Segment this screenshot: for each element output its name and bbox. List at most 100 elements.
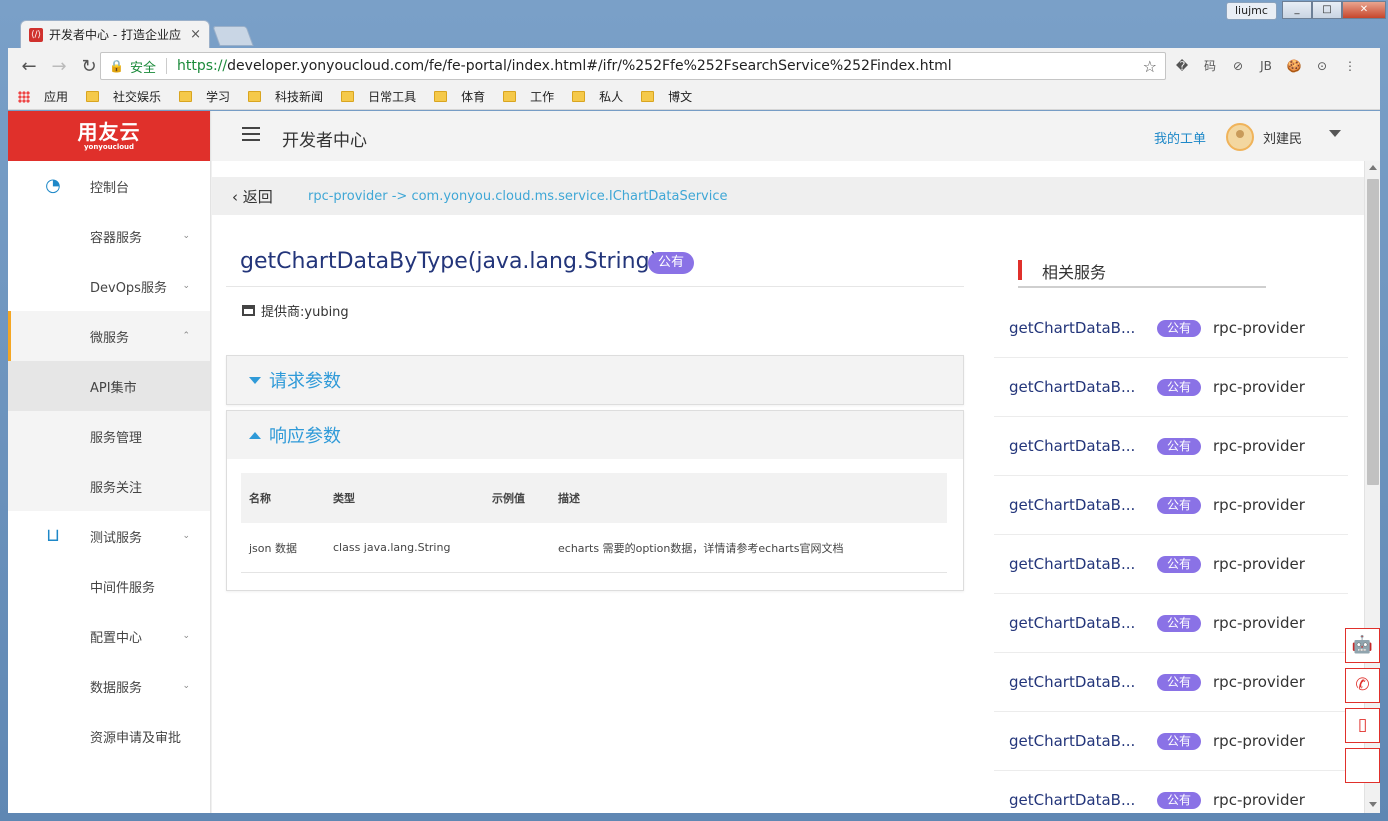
related-service-name[interactable]: getChartDataB... [1009, 378, 1157, 396]
related-service-item[interactable]: getChartDataB... 公有 rpc-provider [994, 653, 1348, 712]
sidebar-item[interactable]: 服务关注 [8, 461, 210, 511]
scroll-down-arrow-icon[interactable] [1369, 802, 1377, 807]
related-service-item[interactable]: getChartDataB... 公有 rpc-provider [994, 535, 1348, 594]
robot-icon[interactable]: 🤖 [1345, 628, 1380, 663]
hamburger-menu-icon[interactable] [242, 127, 260, 141]
chevron-down-icon: ⌄ [182, 631, 190, 641]
bookmark-folder[interactable]: 体育 [434, 88, 485, 105]
sidebar-item-label: DevOps服务 [90, 280, 167, 296]
related-service-name[interactable]: getChartDataB... [1009, 437, 1157, 455]
mobile-icon[interactable]: ▯ [1345, 708, 1380, 743]
request-params-panel: 请求参数 [226, 355, 964, 405]
sidebar-item[interactable]: 数据服务 ⌄ [8, 661, 210, 711]
browser-tab[interactable]: ⟨/⟩ 开发者中心 - 打造企业应 × [20, 20, 210, 48]
bookmark-folder[interactable]: 工作 [503, 88, 554, 105]
sidebar-item-label: 微服务 [90, 330, 130, 346]
response-params-table: 名称 类型 示例值 描述 json 数据 class java.lang.Str… [241, 473, 947, 573]
sidebar-item[interactable]: 微服务 ⌃ [8, 311, 210, 361]
avatar[interactable] [1226, 123, 1254, 151]
blank-float-button[interactable] [1345, 748, 1380, 783]
related-service-name[interactable]: getChartDataB... [1009, 791, 1157, 809]
sidebar-item[interactable]: 容器服务 ⌄ [8, 211, 210, 261]
extension-icon[interactable]: ⋮ [1340, 56, 1360, 76]
related-service-item[interactable]: getChartDataB... 公有 rpc-provider [994, 594, 1348, 653]
apps-grid-icon [18, 90, 30, 103]
related-service-item[interactable]: getChartDataB... 公有 rpc-provider [994, 299, 1348, 358]
related-service-item[interactable]: getChartDataB... 公有 rpc-provider [994, 712, 1348, 771]
bag-icon: ⊔ [45, 525, 61, 546]
breadcrumb-path[interactable]: rpc-provider -> com.yonyou.cloud.ms.serv… [308, 189, 728, 204]
extension-icon[interactable]: 🍪 [1284, 56, 1304, 76]
related-services-list: getChartDataB... 公有 rpc-provider getChartDa… [994, 299, 1348, 813]
profile-chip[interactable]: liujmc [1226, 2, 1277, 20]
public-badge: 公有 [1157, 673, 1202, 691]
related-service-item[interactable]: getChartDataB... 公有 rpc-provider [994, 771, 1348, 813]
public-badge: 公有 [1157, 437, 1202, 455]
username[interactable]: 刘建民 [1263, 128, 1302, 147]
bookmark-folder[interactable]: 私人 [572, 88, 623, 105]
bookmark-star-icon[interactable]: ☆ [1143, 57, 1157, 76]
public-badge: 公有 [648, 252, 695, 274]
close-window-button[interactable]: ✕ [1342, 1, 1386, 19]
extension-icon[interactable]: � [1172, 56, 1192, 76]
forward-arrow-icon[interactable]: → [46, 56, 72, 77]
extension-icon[interactable]: 码 [1200, 56, 1220, 76]
bookmark-folder[interactable]: 社交娱乐 [86, 88, 161, 105]
related-service-name[interactable]: getChartDataB... [1009, 614, 1157, 632]
related-service-name[interactable]: getChartDataB... [1009, 732, 1157, 750]
table-cell: json 数据 [249, 541, 297, 555]
sidebar-item[interactable]: 配置中心 ⌄ [8, 611, 210, 661]
sidebar-item[interactable]: DevOps服务 ⌄ [8, 261, 210, 311]
sidebar-item[interactable]: ⊔ 测试服务 ⌄ [8, 511, 210, 561]
related-service-name[interactable]: getChartDataB... [1009, 319, 1157, 337]
request-params-title: 请求参数 [269, 371, 341, 392]
bookmark-folder[interactable]: 博文 [641, 88, 692, 105]
related-service-name[interactable]: getChartDataB... [1009, 555, 1157, 573]
provider-info: 提供商:yubing [242, 301, 349, 320]
sidebar-item[interactable]: ◔ 控制台 [8, 161, 210, 211]
table-cell: class java.lang.String [333, 541, 451, 554]
related-service-item[interactable]: getChartDataB... 公有 rpc-provider [994, 417, 1348, 476]
sidebar-item-label: 服务关注 [90, 480, 143, 496]
sidebar-item-label: 测试服务 [90, 530, 143, 546]
bookmark-apps[interactable]: 应用 [18, 88, 68, 105]
url-text[interactable]: https://developer.yonyoucloud.com/fe/fe-… [177, 58, 952, 74]
sidebar-item[interactable]: API集市 [8, 361, 210, 411]
extension-icon[interactable]: JB [1256, 56, 1276, 76]
my-ticket-link[interactable]: 我的工单 [1154, 128, 1206, 147]
related-service-item[interactable]: getChartDataB... 公有 rpc-provider [994, 476, 1348, 535]
folder-icon [434, 91, 448, 102]
scroll-up-arrow-icon[interactable] [1369, 165, 1377, 170]
reload-icon[interactable]: ↻ [76, 56, 102, 77]
url-path: developer.yonyoucloud.com/fe/fe-portal/i… [227, 58, 952, 74]
related-service-name[interactable]: getChartDataB... [1009, 673, 1157, 691]
tab-close-icon[interactable]: × [190, 27, 201, 42]
public-badge: 公有 [1157, 378, 1202, 396]
new-tab-button[interactable] [212, 26, 254, 46]
related-service-name[interactable]: getChartDataB... [1009, 496, 1157, 514]
back-button[interactable]: ‹ 返回 [232, 186, 273, 207]
response-params-header[interactable]: 响应参数 [227, 411, 963, 459]
extension-icon[interactable]: ⊙ [1312, 56, 1332, 76]
sidebar-item[interactable]: 资源申请及审批 [8, 711, 210, 761]
sidebar-item[interactable]: 中间件服务 [8, 561, 210, 611]
bookmark-label: 社交娱乐 [113, 90, 162, 104]
bookmark-folder[interactable]: 科技新闻 [248, 88, 323, 105]
extension-icon[interactable]: ⊘ [1228, 56, 1248, 76]
minimize-button[interactable]: _ [1282, 1, 1312, 19]
user-dropdown-caret-icon[interactable] [1329, 130, 1341, 137]
phone-icon[interactable]: ✆ [1345, 668, 1380, 703]
page-header-title: 开发者中心 [282, 131, 367, 151]
logo-main: 用友云 [77, 120, 141, 144]
sidebar-item[interactable]: 服务管理 [8, 411, 210, 461]
request-params-header[interactable]: 请求参数 [227, 356, 963, 404]
back-arrow-icon[interactable]: ← [16, 56, 42, 77]
address-bar[interactable]: 🔒 安全 https://developer.yonyoucloud.com/f… [100, 52, 1166, 80]
bookmark-folder[interactable]: 学习 [179, 88, 230, 105]
bookmark-folder[interactable]: 日常工具 [341, 88, 416, 105]
scroll-thumb[interactable] [1367, 179, 1379, 485]
related-service-item[interactable]: getChartDataB... 公有 rpc-provider [994, 358, 1348, 417]
web-page: 用友云 yonyoucloud ◔ 控制台 容器服务 ⌄ DevOps服务 ⌄ 微服务 ⌃ AP… [8, 111, 1380, 813]
logo[interactable]: 用友云 yonyoucloud [8, 111, 210, 161]
maximize-button[interactable]: □ [1312, 1, 1342, 19]
